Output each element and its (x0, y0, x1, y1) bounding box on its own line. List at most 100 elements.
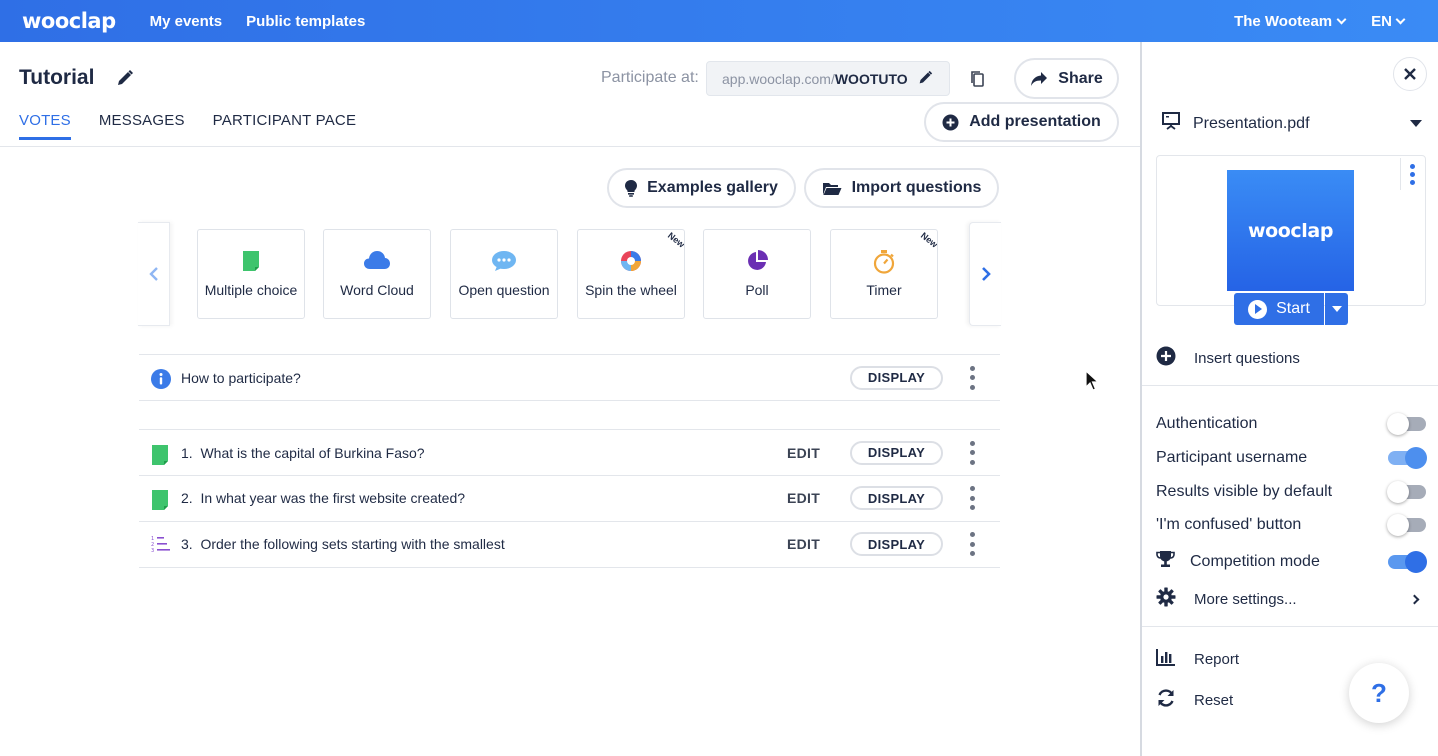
chevron-right-icon (981, 267, 991, 281)
language-selector[interactable]: EN (1371, 12, 1406, 30)
close-sidebar-button[interactable] (1393, 57, 1427, 91)
edit-button[interactable]: EDIT (787, 536, 820, 552)
nav-public-templates[interactable]: Public templates (246, 13, 365, 30)
tab-votes[interactable]: VOTES (19, 112, 71, 140)
share-button[interactable]: Share (1014, 58, 1119, 99)
more-options-icon[interactable] (968, 365, 976, 390)
question-text: 1. What is the capital of Burkina Faso? (181, 444, 425, 461)
setting-label: Results visible by default (1156, 483, 1333, 500)
display-button[interactable]: DISPLAY (850, 365, 943, 390)
add-presentation-button[interactable]: Add presentation (924, 102, 1119, 142)
participant-username-toggle[interactable] (1388, 447, 1427, 469)
edit-title-icon[interactable] (116, 69, 134, 92)
tabs-divider (0, 146, 1140, 147)
multiple-choice-icon (151, 489, 169, 514)
close-icon (1404, 64, 1416, 85)
multiple-choice-icon (151, 444, 169, 469)
setting-confused-button: 'I'm confused' button (1156, 514, 1426, 536)
sidebar-divider (1142, 626, 1438, 627)
presentation-sidebar: Presentation.pdf wooclap Start Insert qu… (1140, 42, 1438, 756)
presentation-selector[interactable]: Presentation.pdf (1162, 112, 1428, 135)
speech-bubble-icon (491, 250, 517, 275)
question-type-spin-the-wheel[interactable]: New Spin the wheel (577, 229, 685, 319)
question-type-timer[interactable]: New Timer (830, 229, 938, 319)
info-icon (151, 369, 171, 392)
more-options-icon[interactable] (968, 486, 976, 510)
tab-messages[interactable]: MESSAGES (99, 112, 185, 140)
trophy-icon (1156, 550, 1175, 573)
setting-label: Participant username (1156, 449, 1308, 466)
wooclap-logo[interactable]: wooclap (22, 9, 116, 33)
carousel-next-button[interactable] (969, 222, 1001, 326)
question-type-label: Poll (745, 282, 769, 298)
cloud-icon (363, 250, 391, 273)
plus-circle-icon (942, 114, 959, 130)
wheel-icon (620, 250, 642, 275)
question-type-word-cloud[interactable]: Word Cloud (323, 229, 431, 319)
thumbnail-menu-icon[interactable] (1400, 158, 1424, 190)
team-selector[interactable]: The Wooteam (1234, 12, 1347, 30)
intro-text: How to participate? (181, 369, 301, 386)
language-code: EN (1371, 12, 1392, 30)
question-text: 2. In what year was the first website cr… (181, 490, 466, 506)
share-label: Share (1058, 69, 1103, 87)
help-button[interactable]: ? (1349, 663, 1409, 723)
edit-button[interactable]: EDIT (787, 490, 820, 506)
plus-circle-icon (1156, 346, 1176, 370)
participate-label: Participate at: (601, 69, 699, 86)
start-options-dropdown[interactable] (1325, 293, 1348, 325)
new-badge: New (666, 230, 685, 250)
setting-competition-mode: Competition mode (1156, 550, 1427, 573)
examples-gallery-button[interactable]: Examples gallery (607, 168, 796, 208)
carousel-previous-button[interactable] (138, 222, 170, 326)
presentation-preview: wooclap (1156, 155, 1426, 306)
question-type-label: Multiple choice (204, 282, 298, 298)
setting-label: Authentication (1156, 415, 1258, 432)
display-button[interactable]: DISPLAY (850, 440, 943, 465)
edit-code-icon[interactable] (918, 70, 933, 88)
confused-button-toggle[interactable] (1387, 514, 1426, 536)
team-name: The Wooteam (1234, 12, 1333, 30)
tab-bar: VOTES MESSAGES PARTICIPANT PACE (19, 112, 356, 140)
insert-questions-button[interactable]: Insert questions (1156, 346, 1300, 370)
edit-button[interactable]: EDIT (787, 445, 820, 461)
nav-my-events[interactable]: My events (150, 13, 223, 30)
question-row[interactable]: 123 3. Order the following sets starting… (139, 521, 1000, 568)
display-button[interactable]: DISPLAY (850, 486, 943, 510)
mouse-pointer-icon (1085, 369, 1100, 397)
add-presentation-label: Add presentation (969, 113, 1101, 130)
presentation-name: Presentation.pdf (1193, 114, 1310, 132)
setting-label: Competition mode (1190, 552, 1320, 570)
import-questions-button[interactable]: Import questions (804, 168, 999, 208)
tab-participant-pace[interactable]: PARTICIPANT PACE (213, 112, 357, 140)
reset-button[interactable]: Reset (1156, 688, 1233, 712)
report-button[interactable]: Report (1156, 648, 1239, 670)
chevron-down-icon (1336, 14, 1347, 24)
question-row[interactable]: 2. In what year was the first website cr… (139, 475, 1000, 522)
caret-down-icon (1331, 306, 1342, 312)
presentation-thumbnail[interactable]: wooclap (1227, 170, 1354, 291)
more-settings-button[interactable]: More settings... (1156, 587, 1426, 611)
authentication-toggle[interactable] (1387, 413, 1426, 435)
start-presentation-button[interactable]: Start (1234, 293, 1324, 325)
question-row[interactable]: 1. What is the capital of Burkina Faso? … (139, 429, 1000, 476)
copy-icon[interactable] (968, 69, 988, 89)
question-type-label: Word Cloud (340, 282, 414, 298)
question-type-open-question[interactable]: Open question (450, 229, 558, 319)
participation-url[interactable]: app.wooclap.com/WOOTUTO (706, 61, 950, 96)
stopwatch-icon (873, 250, 895, 277)
more-options-icon[interactable] (968, 532, 976, 556)
gear-icon (1156, 587, 1176, 611)
event-editor: Tutorial Participate at: app.wooclap.com… (0, 42, 1140, 756)
setting-results-visible: Results visible by default (1156, 481, 1426, 503)
bar-chart-icon (1156, 648, 1176, 670)
competition-mode-toggle[interactable] (1388, 550, 1427, 573)
results-visible-toggle[interactable] (1387, 481, 1426, 503)
question-type-poll[interactable]: Poll (703, 229, 811, 319)
display-button[interactable]: DISPLAY (850, 532, 943, 556)
more-options-icon[interactable] (968, 440, 976, 465)
caret-down-icon (1410, 120, 1422, 127)
question-type-multiple-choice[interactable]: Multiple choice (197, 229, 305, 319)
folder-open-icon (822, 182, 842, 195)
setting-participant-username: Participant username (1156, 447, 1427, 469)
